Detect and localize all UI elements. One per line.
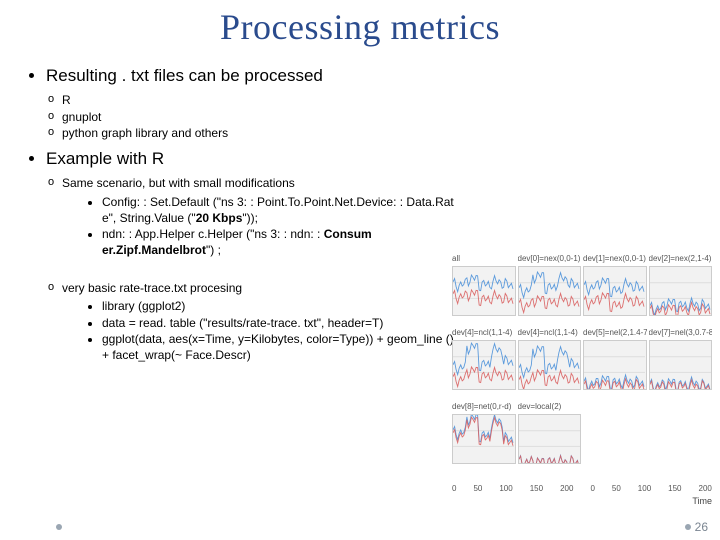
facet-panel: [649, 266, 713, 316]
page-number-value: 26: [695, 520, 708, 534]
sub-rate-trace-label: very basic rate-trace.txt procesing: [62, 281, 242, 295]
code-readtable: data = read. table ("results/rate-trace.…: [102, 315, 458, 331]
dot-icon: [685, 524, 691, 530]
chart-xlabel: Time: [452, 496, 712, 506]
footer-dot-icon: [56, 524, 62, 530]
facet-label: all: [452, 254, 516, 264]
facet-chart-grid: alldev[0]=nex(0,0-1)dev[1]=nex(0,0-1)dev…: [452, 244, 712, 464]
facet-label: [583, 411, 647, 412]
facet-panel: [452, 340, 516, 390]
slide-body: Resulting . txt files can be processed R…: [28, 66, 458, 371]
facet-label: dev[4]=ncl(1,1-4): [452, 328, 516, 338]
facet-panel: [452, 414, 516, 464]
tick: 0: [452, 484, 456, 493]
tick: 200: [699, 484, 712, 493]
tick: 100: [638, 484, 651, 493]
chart-xaxis-ticks: 0 50 100 150 200 0 50 100 150 200: [452, 484, 712, 493]
facet-label: dev[2]=nex(2,1-4): [649, 254, 713, 264]
page-number: 26: [685, 520, 708, 534]
sub-gnuplot: gnuplot: [62, 109, 458, 125]
bullet-resulting: Resulting . txt files can be processed: [46, 66, 458, 86]
facet-label: [649, 411, 713, 412]
sub-python: python graph library and others: [62, 125, 458, 141]
bullet-example: Example with R: [46, 149, 458, 169]
facet-label: dev[7]=nel(3,0.7-8): [649, 328, 713, 338]
facet-panel: [518, 414, 582, 464]
facet-label: dev[0]=nex(0,0-1): [518, 254, 582, 264]
facet-panel: [649, 340, 713, 390]
tick: 50: [473, 484, 482, 493]
facet-label: dev=local(2): [518, 402, 582, 412]
tick: 200: [560, 484, 573, 493]
facet-panel: [518, 340, 582, 390]
tick: 150: [530, 484, 543, 493]
sub-same-scenario: Same scenario, but with small modificati…: [62, 175, 458, 258]
tick: 150: [668, 484, 681, 493]
facet-panel: [583, 340, 647, 390]
code-config: Config: : Set.Default ("ns 3: : Point.To…: [102, 194, 458, 226]
sub-r: R: [62, 92, 458, 108]
code-helper: ndn: : App.Helper c.Helper ("ns 3: : ndn…: [102, 226, 458, 258]
facet-label: dev[1]=nex(0,0-1): [583, 254, 647, 264]
facet-label: dev[5]=nel(2,1.4-7): [583, 328, 647, 338]
code-library: library (ggplot2): [102, 298, 458, 314]
slide-title: Processing metrics: [0, 6, 720, 48]
sub-same-scenario-label: Same scenario, but with small modificati…: [62, 176, 295, 190]
facet-label: dev[4]=ncl(1,1-4): [518, 328, 582, 338]
code-ggplot: ggplot(data, aes(x=Time, y=Kilobytes, co…: [102, 331, 458, 363]
tick: 100: [499, 484, 512, 493]
tick: 50: [612, 484, 621, 493]
facet-panel: [518, 266, 582, 316]
facet-panel: [583, 266, 647, 316]
sub-rate-trace: very basic rate-trace.txt procesing libr…: [62, 280, 458, 363]
tick: 0: [590, 484, 594, 493]
facet-label: dev[8]=net(0,r-d): [452, 402, 516, 412]
facet-panel: [452, 266, 516, 316]
